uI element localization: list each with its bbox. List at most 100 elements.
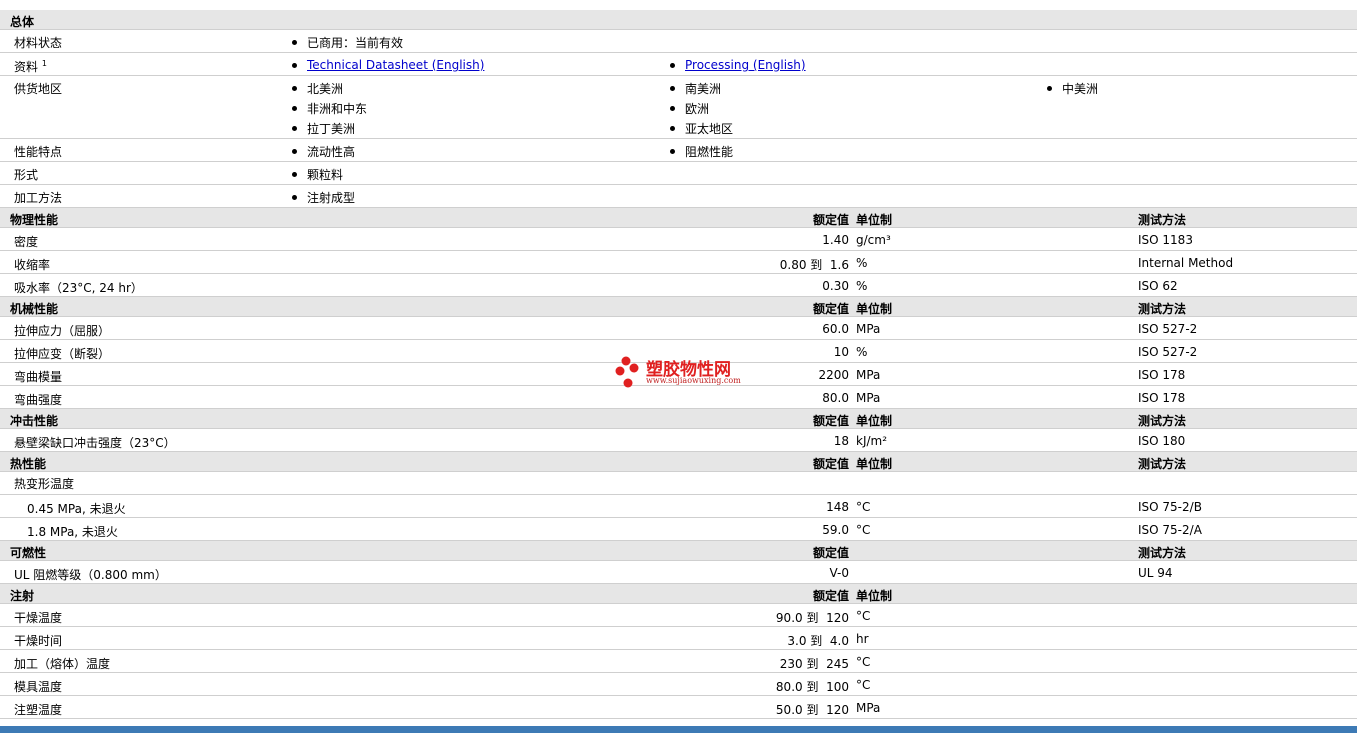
processing-link[interactable]: Processing (English) bbox=[685, 58, 806, 72]
property-unit: °C bbox=[856, 500, 871, 514]
section-title: 注射 bbox=[10, 589, 35, 603]
docs-label: 资料 1 bbox=[14, 59, 47, 74]
bullet-icon bbox=[292, 40, 297, 45]
property-name: 拉伸应力（屈服） bbox=[14, 324, 111, 338]
property-name: 弯曲强度 bbox=[14, 393, 63, 407]
col-unit-header: 单位制 bbox=[856, 589, 893, 603]
property-value: 2200 bbox=[818, 368, 849, 382]
property-value: 0.30 bbox=[822, 279, 849, 293]
col-unit-header: 单位制 bbox=[856, 457, 893, 471]
property-name: 弯曲模量 bbox=[14, 370, 63, 384]
docs-row: 资料 1 Technical Datasheet (English) Proce… bbox=[0, 53, 1357, 76]
col-test-header: 测试方法 bbox=[1138, 213, 1187, 227]
property-value: 230 到 245 bbox=[779, 657, 849, 671]
property-test: ISO 527-2 bbox=[1138, 345, 1198, 359]
section-header-flammability: 可燃性 额定值 测试方法 bbox=[0, 541, 1357, 561]
property-test: ISO 1183 bbox=[1138, 233, 1193, 247]
bullet-icon bbox=[670, 149, 675, 154]
property-value: 50.0 到 120 bbox=[775, 703, 849, 717]
col-unit-header: 单位制 bbox=[856, 414, 893, 428]
watermark-url: www.sujiaowuxing.com bbox=[646, 376, 741, 385]
property-test: ISO 62 bbox=[1138, 279, 1178, 293]
feature-item: 阻燃性能 bbox=[670, 143, 733, 160]
property-test: ISO 527-2 bbox=[1138, 322, 1198, 336]
bullet-icon bbox=[670, 86, 675, 91]
section-title: 总体 bbox=[10, 15, 35, 29]
property-unit: g/cm³ bbox=[856, 233, 891, 247]
bullet-icon bbox=[670, 62, 675, 68]
property-value: 0.80 到 1.6 bbox=[779, 258, 849, 272]
property-row: 1.8 MPa, 未退火 59.0 °C ISO 75-2/A bbox=[0, 518, 1357, 541]
col-value-header: 额定值 bbox=[812, 589, 849, 603]
section-header-impact: 冲击性能 额定值 单位制 测试方法 bbox=[0, 409, 1357, 429]
property-row: 注塑温度 50.0 到 120 MPa bbox=[0, 696, 1357, 719]
property-test: Internal Method bbox=[1138, 256, 1234, 270]
bullet-icon bbox=[670, 126, 675, 131]
col-test-header: 测试方法 bbox=[1138, 457, 1187, 471]
region-item: 拉丁美洲 bbox=[292, 120, 355, 137]
watermark-logo: 塑胶物性网 www.sujiaowuxing.com bbox=[614, 355, 741, 392]
property-row: 收缩率 0.80 到 1.6 % Internal Method bbox=[0, 251, 1357, 274]
col-value-header: 额定值 bbox=[812, 414, 849, 428]
col-test-header: 测试方法 bbox=[1138, 414, 1187, 428]
property-unit: MPa bbox=[856, 701, 881, 715]
property-name: 密度 bbox=[14, 235, 39, 249]
property-name: 干燥温度 bbox=[14, 611, 63, 625]
property-value: 148 bbox=[826, 500, 849, 514]
property-value: 59.0 bbox=[822, 523, 849, 537]
section-title: 冲击性能 bbox=[10, 414, 59, 428]
property-row: 悬壁梁缺口冲击强度（23°C） 18 kJ/m² ISO 180 bbox=[0, 429, 1357, 452]
col-unit-header: 单位制 bbox=[856, 213, 893, 227]
property-name: 1.8 MPa, 未退火 bbox=[27, 525, 118, 539]
property-name: 注塑温度 bbox=[14, 703, 63, 717]
watermark-dots-icon bbox=[615, 356, 639, 388]
property-unit: % bbox=[856, 345, 868, 359]
property-row: 干燥时间 3.0 到 4.0 hr bbox=[0, 627, 1357, 650]
bullet-icon bbox=[1047, 86, 1052, 91]
property-group-name: 热变形温度 bbox=[14, 477, 75, 491]
property-row: 拉伸应力（屈服） 60.0 MPa ISO 527-2 bbox=[0, 317, 1357, 340]
property-name: 悬壁梁缺口冲击强度（23°C） bbox=[14, 436, 176, 450]
property-unit: kJ/m² bbox=[856, 434, 888, 448]
property-unit: °C bbox=[856, 655, 871, 669]
form-label: 形式 bbox=[14, 168, 39, 182]
process-value: 注射成型 bbox=[292, 189, 355, 206]
form-row: 形式 颗粒料 bbox=[0, 162, 1357, 185]
col-value-header: 额定值 bbox=[812, 302, 849, 316]
bottom-bar bbox=[0, 726, 1357, 733]
property-group-row: 热变形温度 bbox=[0, 472, 1357, 495]
section-title: 热性能 bbox=[10, 457, 47, 471]
status-value: 已商用：当前有效 bbox=[292, 34, 403, 51]
section-header-injection: 注射 额定值 单位制 bbox=[0, 584, 1357, 604]
region-label: 供货地区 bbox=[14, 82, 63, 96]
section-header-thermal: 热性能 额定值 单位制 测试方法 bbox=[0, 452, 1357, 472]
property-value: V-0 bbox=[829, 566, 849, 580]
section-title: 可燃性 bbox=[10, 546, 47, 560]
property-name: 干燥时间 bbox=[14, 634, 63, 648]
technical-datasheet-link[interactable]: Technical Datasheet (English) bbox=[307, 58, 484, 72]
bullet-icon bbox=[292, 106, 297, 111]
property-value: 1.40 bbox=[822, 233, 849, 247]
property-value: 90.0 到 120 bbox=[775, 611, 849, 625]
property-value: 10 bbox=[833, 345, 849, 359]
property-name: 0.45 MPa, 未退火 bbox=[27, 502, 126, 516]
bullet-icon bbox=[292, 126, 297, 131]
property-name: UL 阻燃等级（0.800 mm） bbox=[14, 568, 167, 582]
region-item: 欧洲 bbox=[670, 100, 709, 117]
col-value-header: 额定值 bbox=[812, 213, 849, 227]
property-row: 吸水率（23°C, 24 hr） 0.30 % ISO 62 bbox=[0, 274, 1357, 297]
property-test: ISO 180 bbox=[1138, 434, 1186, 448]
property-unit: % bbox=[856, 279, 868, 293]
property-name: 拉伸应变（断裂） bbox=[14, 347, 111, 361]
property-test: ISO 178 bbox=[1138, 368, 1186, 382]
region-row: 供货地区 北美洲 非洲和中东 拉丁美洲 南美洲 欧洲 亚太地区 中美洲 bbox=[0, 76, 1357, 139]
col-unit-header: 单位制 bbox=[856, 302, 893, 316]
col-value-header: 额定值 bbox=[812, 546, 849, 560]
section-header-mechanical: 机械性能 额定值 单位制 测试方法 bbox=[0, 297, 1357, 317]
property-row: 密度 1.40 g/cm³ ISO 1183 bbox=[0, 228, 1357, 251]
section-title: 物理性能 bbox=[10, 213, 59, 227]
col-test-header: 测试方法 bbox=[1138, 546, 1187, 560]
property-test: ISO 75-2/A bbox=[1138, 523, 1202, 537]
status-label: 材料状态 bbox=[14, 36, 63, 50]
region-item: 中美洲 bbox=[1047, 80, 1098, 97]
